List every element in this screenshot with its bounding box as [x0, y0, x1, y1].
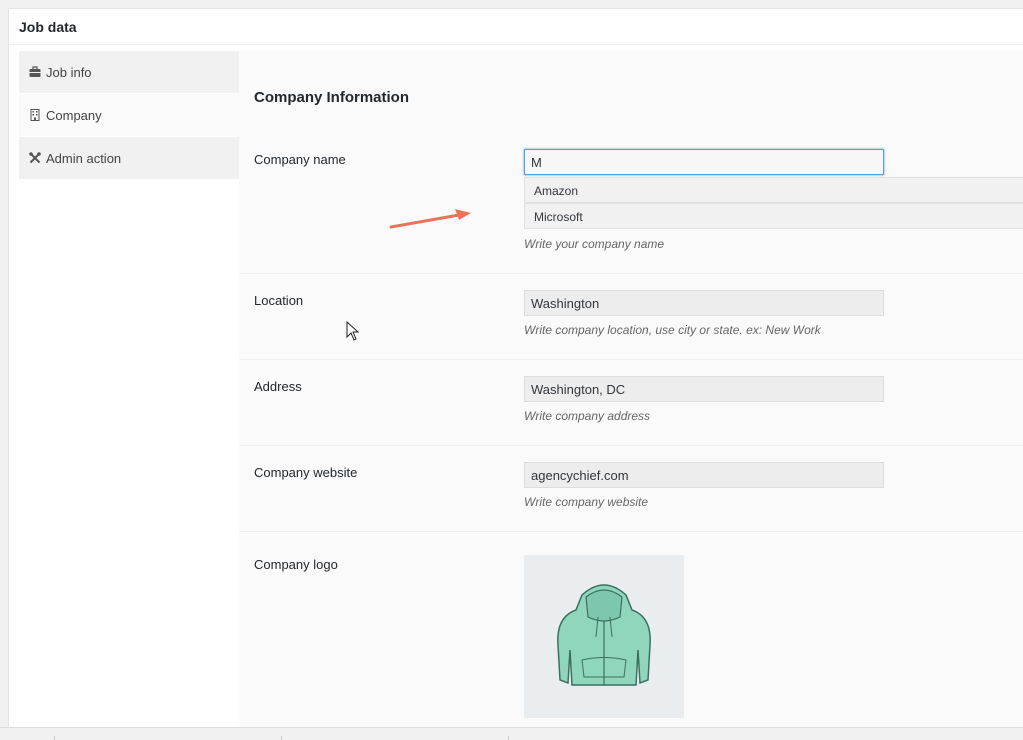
website-input[interactable]	[524, 462, 884, 488]
suggestion-item[interactable]: Microsoft	[524, 203, 1023, 229]
panel-title: Job data	[9, 9, 1023, 45]
address-row: Address Write company address	[239, 359, 1023, 446]
briefcase-icon	[29, 66, 41, 77]
address-label: Address	[254, 379, 302, 394]
address-input[interactable]	[524, 376, 884, 402]
tab-label: Company	[46, 107, 102, 123]
location-description: Write company location, use city or stat…	[524, 323, 821, 337]
tab-job-info[interactable]: Job info	[19, 51, 239, 94]
company-logo-image[interactable]	[524, 555, 684, 718]
building-icon	[30, 109, 40, 121]
tab-label: Job info	[46, 64, 92, 80]
address-description: Write company address	[524, 409, 651, 423]
company-name-input[interactable]	[524, 149, 884, 175]
arrow-annotation-icon	[389, 209, 471, 229]
location-label: Location	[254, 293, 304, 308]
hoodie-image	[557, 584, 651, 686]
tab-admin-action[interactable]: Admin action	[19, 137, 239, 180]
company-name-description: Write your company name	[524, 237, 665, 251]
company-name-label: Company name	[254, 152, 346, 167]
website-description: Write company website	[524, 495, 649, 509]
suggestion-item[interactable]: Amazon	[524, 177, 1023, 203]
company-logo-label: Company logo	[254, 557, 338, 572]
location-input[interactable]	[524, 290, 884, 316]
section-title: Company Information	[254, 89, 410, 106]
tab-content: Company Information Company name Amazon …	[239, 51, 1023, 727]
tools-icon	[29, 152, 41, 164]
bottom-scroll-area	[0, 727, 1023, 740]
divider	[54, 736, 55, 740]
company-name-row: Company name Amazon Microsoft Write your…	[239, 139, 1023, 274]
divider	[281, 736, 282, 740]
website-label: Company website	[254, 465, 358, 480]
job-data-panel: Job data Job info Company Admin action C…	[8, 8, 1023, 727]
divider	[508, 736, 509, 740]
mouse-cursor-icon	[346, 321, 360, 341]
website-row: Company website Write company website	[239, 445, 1023, 532]
tab-list: Job info Company Admin action	[19, 51, 239, 180]
tab-label: Admin action	[46, 150, 122, 166]
tab-company[interactable]: Company	[19, 94, 239, 137]
location-row: Location Write company location, use cit…	[239, 273, 1023, 360]
